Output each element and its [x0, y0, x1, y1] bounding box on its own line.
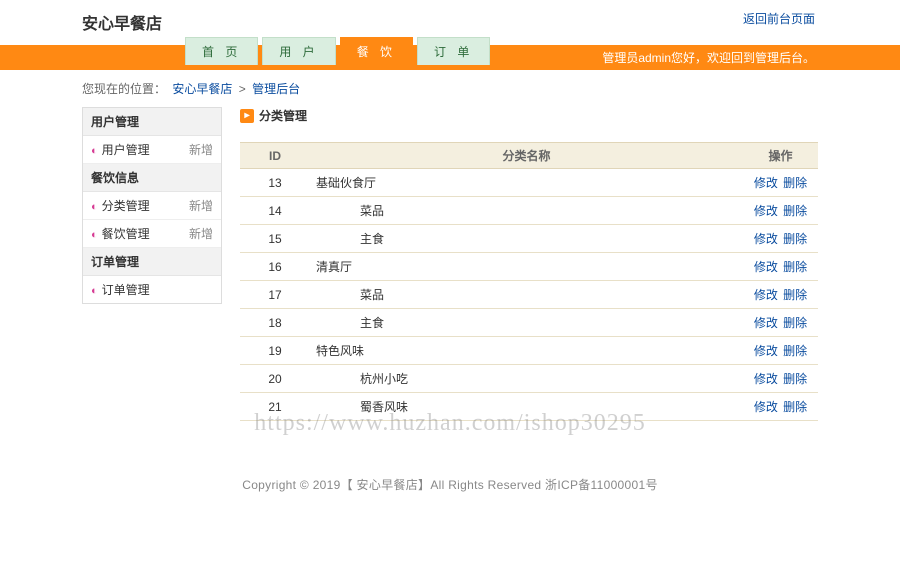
sidebar-item-add[interactable]: 新增 [189, 141, 213, 158]
delete-link[interactable]: 删除 [783, 232, 807, 246]
delete-link[interactable]: 删除 [783, 344, 807, 358]
nav-tab-0[interactable]: 首 页 [185, 37, 258, 65]
delete-link[interactable]: 删除 [783, 176, 807, 190]
edit-link[interactable]: 修改 [754, 204, 778, 218]
table-row: 21蜀香风味修改 删除 [240, 393, 818, 421]
delete-link[interactable]: 删除 [783, 204, 807, 218]
edit-link[interactable]: 修改 [754, 372, 778, 386]
sidebar-item-label: 订单管理 [91, 281, 150, 298]
table-row: 17菜品修改 删除 [240, 281, 818, 309]
delete-link[interactable]: 删除 [783, 400, 807, 414]
delete-link[interactable]: 删除 [783, 372, 807, 386]
edit-link[interactable]: 修改 [754, 400, 778, 414]
category-table: ID 分类名称 操作 13基础伙食厅修改 删除14菜品修改 删除15主食修改 删… [240, 142, 818, 421]
return-frontend-link[interactable]: 返回前台页面 [743, 10, 815, 27]
main-nav: 首 页用 户餐 饮订 单 [185, 37, 900, 65]
delete-link[interactable]: 删除 [783, 260, 807, 274]
sidebar: 用户管理用户管理新增餐饮信息分类管理新增餐饮管理新增订单管理订单管理 [82, 107, 222, 304]
cell-ops: 修改 删除 [743, 225, 818, 253]
cell-name: 特色风味 [310, 337, 743, 365]
main-panel: ▸ 分类管理 ID 分类名称 操作 13基础伙食厅修改 删除14菜品修改 删除1… [240, 107, 818, 421]
edit-link[interactable]: 修改 [754, 232, 778, 246]
breadcrumb-link-0[interactable]: 安心早餐店 [172, 82, 232, 96]
site-title: 安心早餐店 [82, 10, 162, 34]
th-ops: 操作 [743, 143, 818, 169]
sidebar-group-title-0: 用户管理 [83, 108, 221, 136]
sidebar-group-title-2: 订单管理 [83, 248, 221, 276]
cell-id: 16 [240, 253, 310, 281]
edit-link[interactable]: 修改 [754, 316, 778, 330]
sidebar-item-label: 分类管理 [91, 197, 150, 214]
panel-title-text: 分类管理 [259, 107, 307, 124]
nav-tab-2[interactable]: 餐 饮 [340, 37, 413, 65]
table-row: 16清真厅修改 删除 [240, 253, 818, 281]
sidebar-item-label: 用户管理 [91, 141, 150, 158]
cell-name: 菜品 [310, 281, 743, 309]
delete-link[interactable]: 删除 [783, 288, 807, 302]
cell-ops: 修改 删除 [743, 253, 818, 281]
arrow-right-icon: ▸ [240, 109, 254, 123]
edit-link[interactable]: 修改 [754, 260, 778, 274]
table-row: 19特色风味修改 删除 [240, 337, 818, 365]
cell-id: 17 [240, 281, 310, 309]
sidebar-item-1-1[interactable]: 餐饮管理 新增 [83, 220, 221, 248]
cell-name: 杭州小吃 [310, 365, 743, 393]
breadcrumb-sep: > [239, 82, 249, 96]
th-id: ID [240, 143, 310, 169]
sidebar-item-label: 餐饮管理 [91, 225, 150, 242]
cell-ops: 修改 删除 [743, 365, 818, 393]
cell-id: 14 [240, 197, 310, 225]
table-row: 14菜品修改 删除 [240, 197, 818, 225]
cell-name: 主食 [310, 309, 743, 337]
edit-link[interactable]: 修改 [754, 288, 778, 302]
sidebar-item-add[interactable]: 新增 [189, 225, 213, 242]
sidebar-item-0-0[interactable]: 用户管理 新增 [83, 136, 221, 164]
cell-ops: 修改 删除 [743, 197, 818, 225]
sidebar-group-title-1: 餐饮信息 [83, 164, 221, 192]
cell-ops: 修改 删除 [743, 393, 818, 421]
sidebar-item-2-0[interactable]: 订单管理 [83, 276, 221, 303]
breadcrumb-prefix: 您现在的位置： [82, 82, 166, 96]
cell-name: 菜品 [310, 197, 743, 225]
cell-name: 主食 [310, 225, 743, 253]
table-row: 15主食修改 删除 [240, 225, 818, 253]
table-row: 20杭州小吃修改 删除 [240, 365, 818, 393]
footer: Copyright © 2019【 安心早餐店】All Rights Reser… [0, 441, 900, 513]
nav-tab-3[interactable]: 订 单 [417, 37, 490, 65]
delete-link[interactable]: 删除 [783, 316, 807, 330]
edit-link[interactable]: 修改 [754, 176, 778, 190]
cell-ops: 修改 删除 [743, 309, 818, 337]
cell-id: 20 [240, 365, 310, 393]
nav-tab-1[interactable]: 用 户 [262, 37, 335, 65]
panel-title: ▸ 分类管理 [240, 107, 818, 124]
table-row: 13基础伙食厅修改 删除 [240, 169, 818, 197]
cell-name: 基础伙食厅 [310, 169, 743, 197]
sidebar-item-add[interactable]: 新增 [189, 197, 213, 214]
cell-ops: 修改 删除 [743, 281, 818, 309]
cell-name: 清真厅 [310, 253, 743, 281]
sidebar-item-1-0[interactable]: 分类管理 新增 [83, 192, 221, 220]
edit-link[interactable]: 修改 [754, 344, 778, 358]
cell-name: 蜀香风味 [310, 393, 743, 421]
cell-id: 19 [240, 337, 310, 365]
th-name: 分类名称 [310, 143, 743, 169]
breadcrumb: 您现在的位置： 安心早餐店 > 管理后台 [0, 70, 900, 107]
cell-ops: 修改 删除 [743, 337, 818, 365]
cell-ops: 修改 删除 [743, 169, 818, 197]
breadcrumb-link-1[interactable]: 管理后台 [252, 82, 300, 96]
table-row: 18主食修改 删除 [240, 309, 818, 337]
cell-id: 21 [240, 393, 310, 421]
cell-id: 15 [240, 225, 310, 253]
cell-id: 13 [240, 169, 310, 197]
cell-id: 18 [240, 309, 310, 337]
